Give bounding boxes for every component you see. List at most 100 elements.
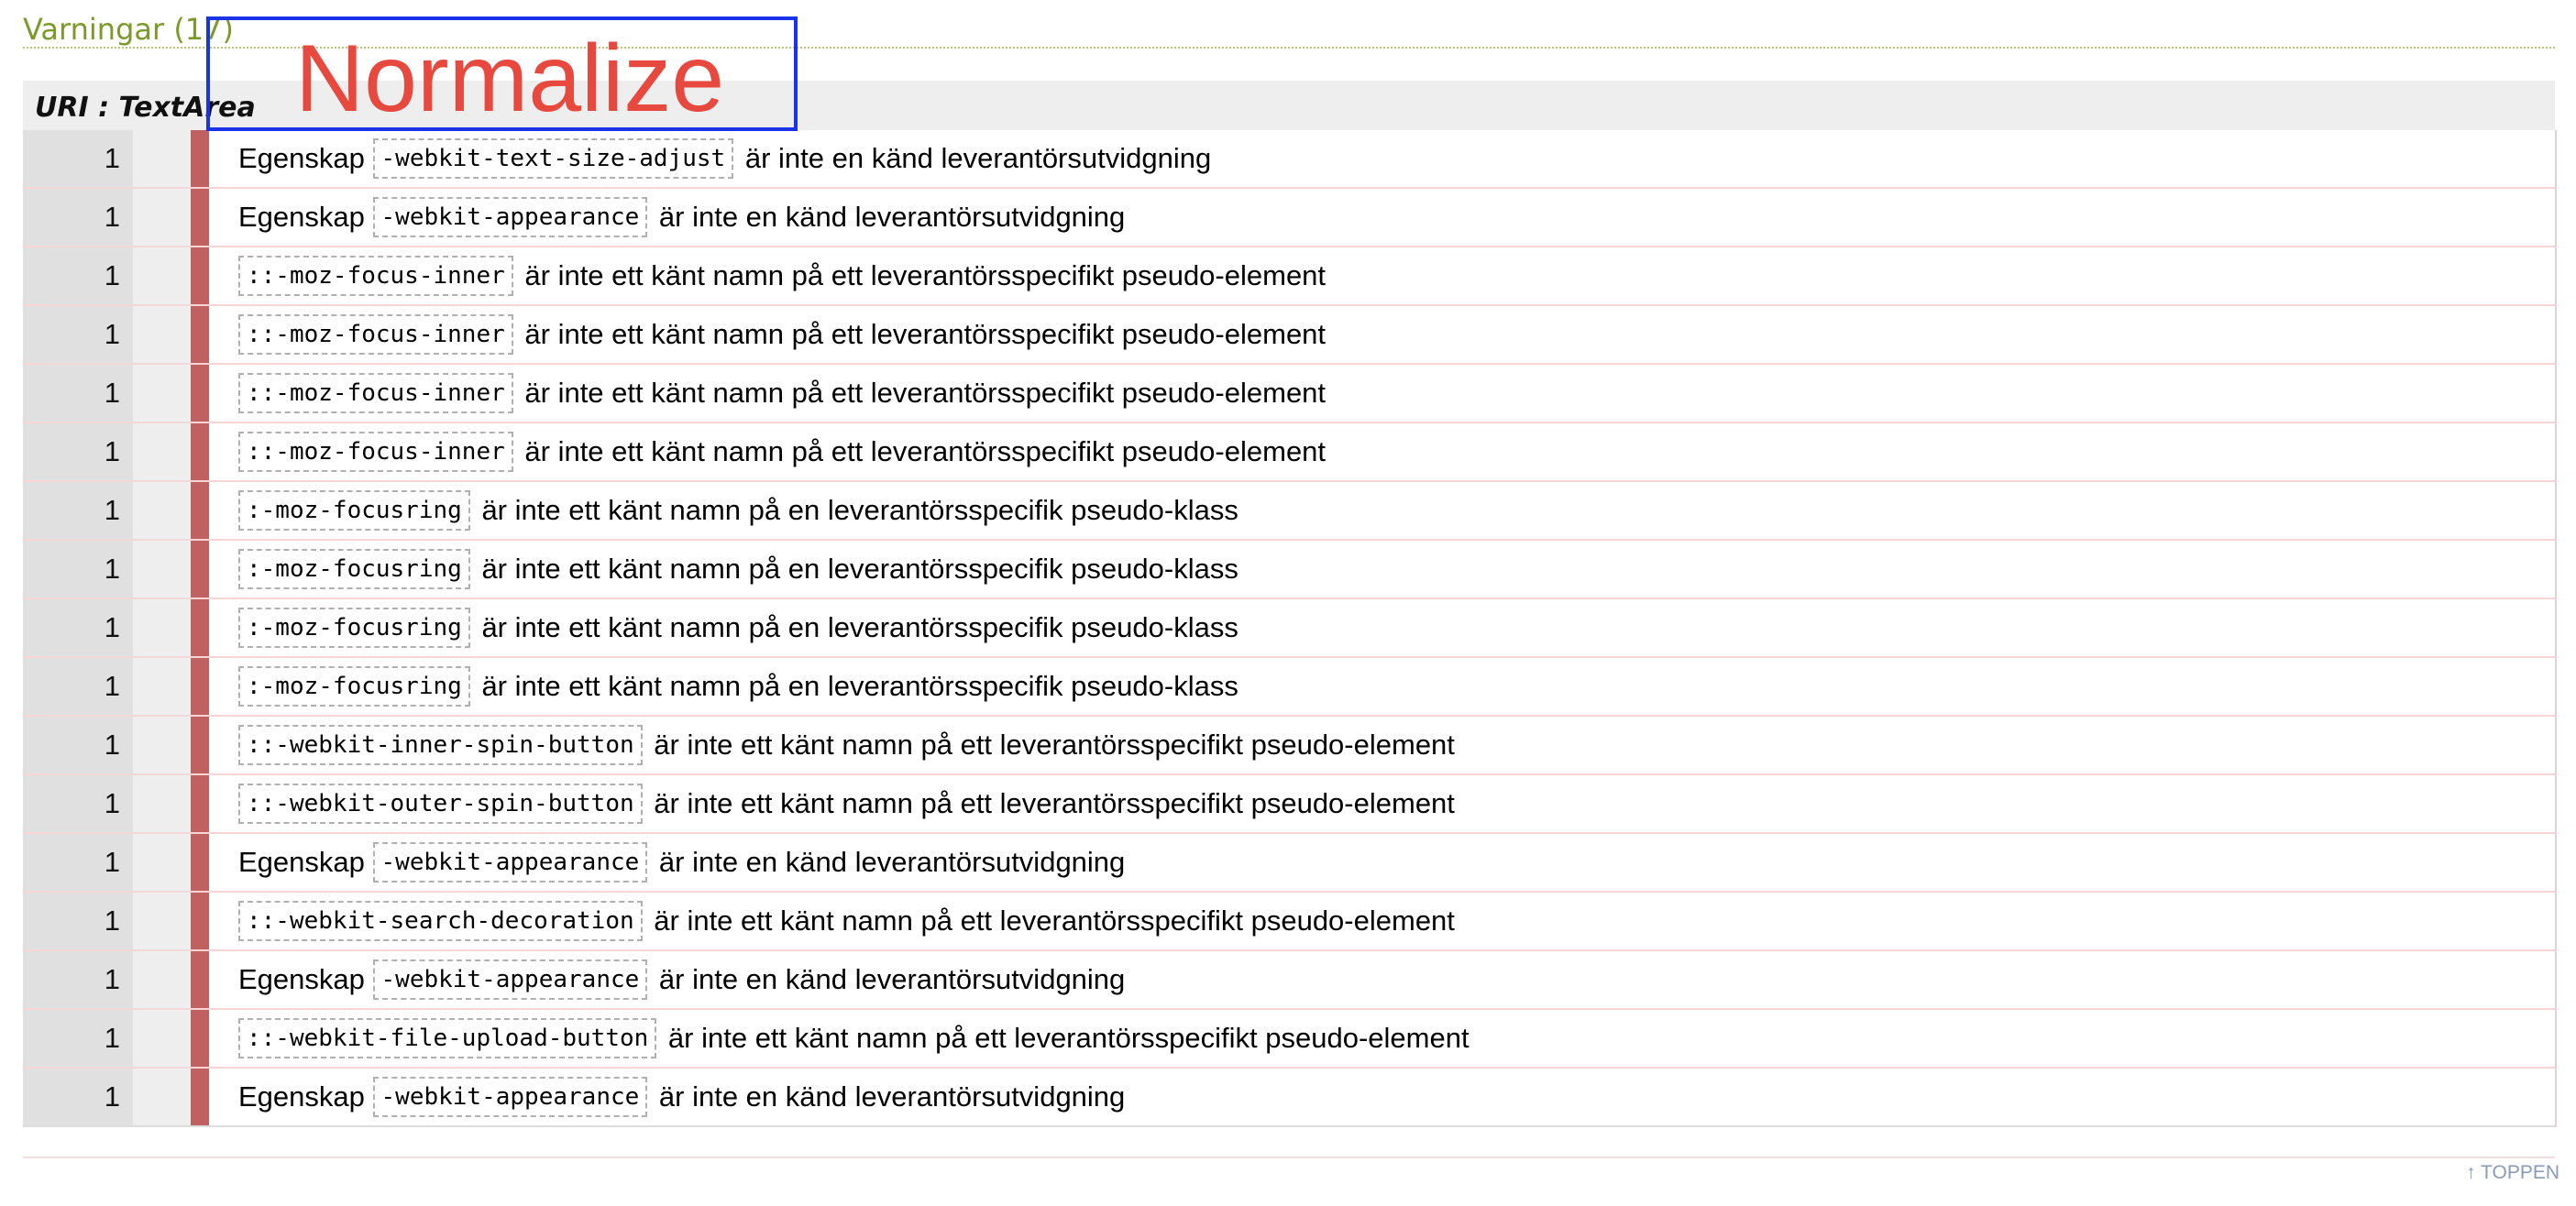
warning-prefix: Egenskap: [238, 846, 365, 878]
warning-gutter: [133, 1010, 191, 1067]
css-identifier-code: ::-webkit-search-decoration: [238, 901, 643, 941]
css-identifier-code: ::-moz-focus-inner: [238, 432, 513, 472]
severity-marker: [191, 834, 209, 891]
warning-row: 1::-webkit-file-upload-button är inte et…: [23, 1010, 2555, 1069]
warning-row: 1::-moz-focus-inner är inte ett känt nam…: [23, 247, 2555, 306]
warning-prefix: Egenskap: [238, 201, 365, 233]
css-validator-warnings-page: Varningar (17) URI : TextArea 1 Egenskap …: [0, 0, 2576, 1206]
warning-text: är inte ett känt namn på ett leverantörs…: [524, 377, 1327, 409]
warning-row: 1 :-moz-focusring är inte ett känt namn p…: [23, 541, 2555, 599]
warning-message: Egenskap -webkit-appearance är inte en k…: [215, 951, 2555, 1008]
back-to-top-label: TOPPEN: [2481, 1162, 2559, 1183]
warning-message: Egenskap -webkit-appearance är inte en k…: [215, 189, 2555, 246]
warning-message: ::-webkit-search-decoration är inte ett …: [215, 893, 2555, 949]
warning-gutter: [133, 365, 191, 422]
warning-message: ::-webkit-file-upload-button är inte ett…: [215, 1010, 2555, 1067]
warning-line-count: 1: [23, 189, 133, 246]
warning-gutter: [133, 717, 191, 773]
warning-text: är inte ett känt namn på ett leverantörs…: [524, 435, 1327, 467]
warning-text: är inte en känd leverantörsutvidgning: [658, 201, 1126, 233]
warning-line-count: 1: [23, 775, 133, 832]
warning-gutter: [133, 306, 191, 363]
warning-row: 1 Egenskap -webkit-appearance är inte en …: [23, 189, 2555, 247]
severity-marker: [191, 775, 209, 832]
css-identifier-code: :-moz-focusring: [238, 666, 470, 707]
warning-row: 1:-moz-focusring är inte ett känt namn p…: [23, 482, 2555, 541]
warning-row: 1::-moz-focus-inner är inte ett känt nam…: [23, 423, 2555, 482]
warning-line-count: 1: [23, 306, 133, 363]
severity-marker: [191, 423, 209, 480]
warning-message: :-moz-focusring är inte ett känt namn på…: [215, 599, 2555, 656]
severity-marker: [191, 1069, 209, 1125]
severity-marker: [191, 893, 209, 949]
warning-line-count: 1: [23, 1010, 133, 1067]
warning-gutter: [133, 951, 191, 1008]
warning-line-count: 1: [23, 893, 133, 949]
normalize-annotation-label: Normalize: [295, 26, 725, 132]
warning-gutter: [133, 893, 191, 949]
css-identifier-code: -webkit-appearance: [372, 842, 648, 883]
warning-line-count: 1: [23, 247, 133, 304]
warning-row: 1 Egenskap -webkit-appearance är inte en …: [23, 951, 2555, 1010]
warning-row: 1::-moz-focus-inner är inte ett känt nam…: [23, 306, 2555, 365]
warning-text: är inte ett känt namn på ett leverantörs…: [654, 904, 1455, 937]
warning-line-count: 1: [23, 130, 133, 187]
css-identifier-code: :-moz-focusring: [238, 549, 470, 589]
severity-marker: [191, 482, 209, 539]
severity-marker: [191, 365, 209, 422]
warning-text: är inte ett känt namn på en leverantörss…: [481, 670, 1238, 702]
severity-marker: [191, 130, 209, 187]
warning-line-count: 1: [23, 541, 133, 598]
warning-line-count: 1: [23, 834, 133, 891]
severity-marker: [191, 247, 209, 304]
severity-marker: [191, 951, 209, 1008]
warning-row: 1::-moz-focus-inner är inte ett känt nam…: [23, 365, 2555, 423]
warning-message: :-moz-focusring är inte ett känt namn på…: [215, 658, 2555, 715]
warning-row: 1::-webkit-outer-spin-button är inte ett…: [23, 775, 2555, 834]
warning-text: är inte ett känt namn på ett leverantörs…: [654, 729, 1455, 761]
css-identifier-code: -webkit-text-size-adjust: [372, 138, 734, 179]
warning-line-count: 1: [23, 951, 133, 1008]
warning-line-count: 1: [23, 717, 133, 773]
severity-marker: [191, 541, 209, 598]
warning-message: ::-moz-focus-inner är inte ett känt namn…: [215, 365, 2555, 422]
warning-message: Egenskap -webkit-text-size-adjust är int…: [215, 130, 2555, 187]
css-identifier-code: ::-webkit-file-upload-button: [238, 1018, 657, 1058]
severity-marker: [191, 599, 209, 656]
severity-marker: [191, 717, 209, 773]
warning-gutter: [133, 423, 191, 480]
warning-message: ::-webkit-inner-spin-button är inte ett …: [215, 717, 2555, 773]
warning-gutter: [133, 247, 191, 304]
warning-message: :-moz-focusring är inte ett känt namn på…: [215, 541, 2555, 598]
css-identifier-code: ::-moz-focus-inner: [238, 373, 513, 413]
warning-prefix: Egenskap: [238, 142, 365, 174]
back-to-top-link[interactable]: ↑ TOPPEN: [2466, 1160, 2559, 1186]
warning-prefix: Egenskap: [238, 963, 365, 995]
warning-message: Egenskap -webkit-appearance är inte en k…: [215, 834, 2555, 891]
severity-marker: [191, 1010, 209, 1067]
severity-marker: [191, 658, 209, 715]
warning-text: är inte en känd leverantörsutvidgning: [744, 142, 1212, 174]
warning-text: är inte ett känt namn på ett leverantörs…: [524, 259, 1327, 291]
warning-text: är inte en känd leverantörsutvidgning: [658, 846, 1126, 878]
warning-gutter: [133, 189, 191, 246]
css-identifier-code: :-moz-focusring: [238, 608, 470, 648]
warning-message: ::-moz-focus-inner är inte ett känt namn…: [215, 306, 2555, 363]
css-identifier-code: -webkit-appearance: [372, 197, 648, 237]
severity-marker: [191, 189, 209, 246]
css-identifier-code: -webkit-appearance: [372, 959, 648, 1000]
warning-row: 1 Egenskap -webkit-appearance är inte en …: [23, 1069, 2555, 1127]
warning-text: är inte ett känt namn på ett leverantörs…: [667, 1022, 1470, 1054]
css-identifier-code: :-moz-focusring: [238, 490, 470, 531]
warning-text: är inte ett känt namn på en leverantörss…: [481, 494, 1238, 526]
css-identifier-code: -webkit-appearance: [372, 1077, 648, 1117]
warning-text: är inte ett känt namn på en leverantörss…: [481, 553, 1238, 585]
warning-line-count: 1: [23, 599, 133, 656]
warning-gutter: [133, 1069, 191, 1125]
warning-message: ::-moz-focus-inner är inte ett känt namn…: [215, 423, 2555, 480]
warning-gutter: [133, 658, 191, 715]
warning-message: ::-webkit-outer-spin-button är inte ett …: [215, 775, 2555, 832]
warning-row: 1 Egenskap -webkit-text-size-adjust är in…: [23, 130, 2555, 189]
warning-row: 1 :-moz-focusring är inte ett känt namn p…: [23, 599, 2555, 658]
warning-gutter: [133, 599, 191, 656]
